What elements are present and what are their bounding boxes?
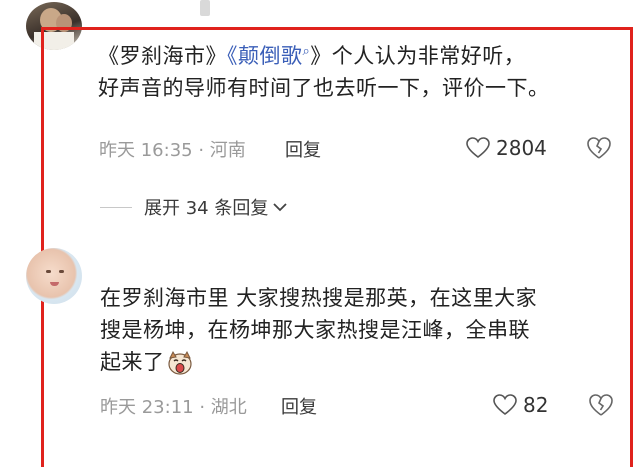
like-count: 82 bbox=[523, 393, 549, 417]
comment-meta: 昨天 23:11 · 湖北 bbox=[100, 397, 247, 418]
comment-text-segment: 》个人认为非常好听， bbox=[310, 44, 526, 68]
expand-replies-button[interactable]: 展开 34 条回复 bbox=[100, 194, 288, 220]
comment-text: 《罗刹海市》《颠倒歌⌕》个人认为非常好听， 好声音的导师有时间了也去听一下，评价… bbox=[98, 36, 618, 104]
avatar-eye bbox=[46, 270, 51, 273]
divider bbox=[100, 206, 132, 208]
reply-button[interactable]: 回复 bbox=[281, 393, 317, 419]
comment-line: 搜是杨坤，在杨坤那大家热搜是汪峰，全串联 bbox=[100, 318, 530, 342]
song-title: 《罗刹海市》 bbox=[98, 44, 227, 68]
like-button[interactable]: 82 bbox=[493, 393, 548, 417]
like-button[interactable]: 2804 bbox=[466, 136, 547, 160]
comment-line: 好声音的导师有时间了也去听一下，评价一下。 bbox=[98, 76, 550, 100]
song-link[interactable]: 《颠倒歌⌕ bbox=[227, 44, 310, 68]
laughing-dog-emoji-icon bbox=[167, 350, 192, 375]
comment-line: 《罗刹海市》《颠倒歌⌕》个人认为非常好听， bbox=[98, 36, 618, 72]
expand-replies-label: 展开 34 条回复 bbox=[144, 198, 269, 219]
avatar-mouth bbox=[50, 282, 59, 286]
top-partial-icon bbox=[200, 0, 210, 16]
heart-icon bbox=[466, 137, 490, 159]
comment-line: 起来了 bbox=[100, 346, 620, 378]
comment-text: 在罗刹海市里 大家搜热搜是那英，在这里大家 搜是杨坤，在杨坤那大家热搜是汪峰，全… bbox=[100, 282, 620, 378]
comment-text-segment: 起来了 bbox=[100, 350, 165, 374]
chevron-down-icon bbox=[273, 203, 287, 212]
avatar[interactable] bbox=[26, 248, 82, 304]
reply-button[interactable]: 回复 bbox=[285, 136, 321, 162]
broken-heart-icon[interactable] bbox=[588, 393, 614, 417]
avatar-eye bbox=[59, 270, 64, 273]
comment-line: 在罗刹海市里 大家搜热搜是那英，在这里大家 bbox=[100, 286, 538, 310]
heart-icon bbox=[493, 394, 517, 416]
like-count: 2804 bbox=[496, 136, 547, 160]
comment-meta: 昨天 16:35 · 河南 bbox=[99, 140, 246, 161]
song-link-label: 《颠倒歌 bbox=[227, 44, 303, 68]
broken-heart-icon[interactable] bbox=[586, 136, 612, 160]
